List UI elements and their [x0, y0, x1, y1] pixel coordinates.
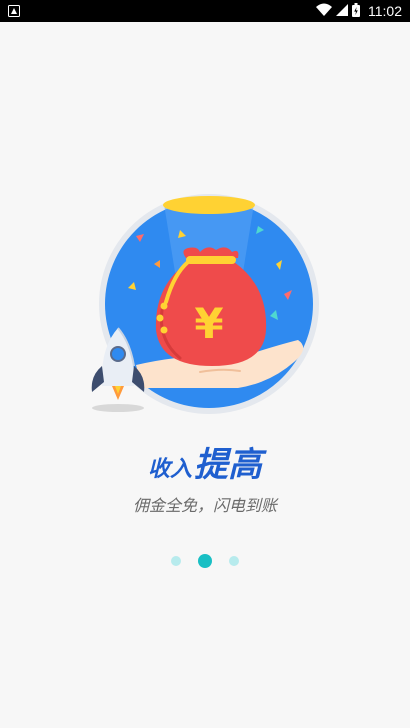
spotlight-icon: [163, 196, 255, 214]
page-dot-2-active[interactable]: [198, 554, 212, 568]
status-bar: 11:02: [0, 0, 410, 22]
notification-icon: [8, 2, 20, 21]
page-dot-3[interactable]: [229, 556, 239, 566]
yuan-symbol: ¥: [194, 299, 223, 348]
signal-icon: [336, 2, 348, 21]
onboarding-illustration: ¥: [88, 190, 324, 420]
page-indicator: [0, 554, 410, 568]
battery-icon: [352, 2, 360, 21]
headline-prefix: 收入: [147, 457, 192, 482]
wifi-icon: [316, 2, 332, 21]
headline-emphasis: 提高: [194, 445, 262, 485]
status-time: 11:02: [368, 3, 402, 19]
headline: 收入提高: [0, 437, 410, 486]
subtitle: 佣金全免，闪电到账: [132, 496, 277, 515]
page-dot-1[interactable]: [171, 556, 181, 566]
